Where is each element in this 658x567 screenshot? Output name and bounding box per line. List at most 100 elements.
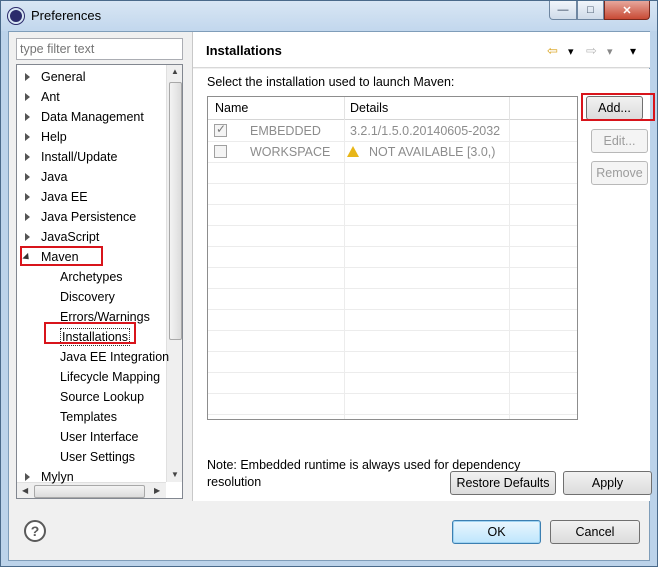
minimize-button[interactable]: —	[549, 1, 577, 20]
table-row[interactable]: WORKSPACE NOT AVAILABLE [3.0,)	[208, 141, 577, 162]
tree-item-data-management[interactable]: Data Management	[17, 107, 166, 127]
close-button[interactable]: ✕	[604, 1, 650, 20]
tree-item-java-persistence[interactable]: Java Persistence	[17, 207, 166, 227]
collapsed-arrow-icon[interactable]	[25, 233, 30, 241]
tree-item-javascript[interactable]: JavaScript	[17, 227, 166, 247]
grid-line	[208, 288, 577, 289]
collapsed-arrow-icon[interactable]	[25, 73, 30, 81]
grid-line	[208, 309, 577, 310]
column-name-header[interactable]: Name	[215, 101, 248, 115]
collapsed-arrow-icon[interactable]	[25, 153, 30, 161]
column-details-header[interactable]: Details	[350, 101, 388, 115]
collapsed-arrow-icon[interactable]	[25, 213, 30, 221]
tree-item-label: Java Persistence	[41, 210, 137, 224]
tree-item-label: Mylyn	[41, 470, 74, 484]
add-highlight-box	[581, 93, 655, 121]
collapsed-arrow-icon[interactable]	[25, 133, 30, 141]
collapsed-arrow-icon[interactable]	[25, 113, 30, 121]
page-title: Installations	[206, 43, 282, 58]
tree-item-label: General	[41, 70, 86, 84]
forward-arrow-icon[interactable]: ⇨	[586, 43, 597, 59]
collapsed-arrow-icon[interactable]	[25, 173, 30, 181]
grid-line	[208, 330, 577, 331]
tree-item-label: User Settings	[60, 450, 136, 464]
row-details: NOT AVAILABLE [3.0,)	[369, 145, 496, 159]
tree-item-lifecycle-mapping[interactable]: Lifecycle Mapping	[17, 367, 166, 387]
tree-item-help[interactable]: Help	[17, 127, 166, 147]
page-description: Select the installation used to launch M…	[207, 75, 455, 89]
checkmark-icon: ✓	[216, 122, 227, 136]
grid-line	[208, 372, 577, 373]
tree-item-archetypes[interactable]: Archetypes	[17, 267, 166, 287]
title-bar[interactable]: Preferences — □ ✕	[1, 1, 657, 31]
forward-dropdown-icon[interactable]: ▾	[607, 45, 613, 58]
tree-item-user-interface[interactable]: User Interface	[17, 427, 166, 447]
tree-item-java-ee[interactable]: Java EE	[17, 187, 166, 207]
tree-vertical-scrollbar[interactable]: ▲ ▼	[166, 65, 182, 482]
column-divider[interactable]	[344, 97, 345, 120]
scroll-right-icon[interactable]: ▶	[154, 486, 160, 495]
collapsed-arrow-icon[interactable]	[25, 93, 30, 101]
filter-input[interactable]	[16, 38, 183, 60]
tree-item-label: Archetypes	[60, 270, 123, 284]
scroll-up-icon[interactable]: ▲	[171, 67, 179, 76]
grid-line	[208, 393, 577, 394]
ok-button[interactable]: OK	[452, 520, 541, 544]
tree-item-label: Install/Update	[41, 150, 118, 164]
tree-item-label: Java EE Integration	[60, 350, 170, 364]
row-name: WORKSPACE	[250, 145, 331, 159]
grid-column-line	[509, 120, 510, 419]
tree-item-label: Templates	[60, 410, 117, 424]
tree-item-ant[interactable]: Ant	[17, 87, 166, 107]
scroll-down-icon[interactable]: ▼	[171, 470, 179, 479]
preferences-tree: ▲ ▼ ◀ ▶ General Ant Data Management Help Ins…	[16, 64, 183, 499]
maximize-button[interactable]: □	[577, 1, 604, 20]
grid-line	[208, 183, 577, 184]
eclipse-icon	[8, 8, 24, 24]
tree-item-label: JavaScript	[41, 230, 100, 244]
tree-item-general[interactable]: General	[17, 67, 166, 87]
cancel-button[interactable]: Cancel	[550, 520, 640, 544]
edit-button[interactable]: Edit...	[591, 129, 648, 153]
apply-button[interactable]: Apply	[563, 471, 652, 495]
window-title: Preferences	[31, 8, 102, 23]
scroll-left-icon[interactable]: ◀	[22, 486, 28, 495]
grid-line	[208, 351, 577, 352]
installations-highlight-box	[44, 322, 136, 344]
table-header: Name Details	[208, 97, 577, 120]
grid-line	[208, 225, 577, 226]
grid-line	[208, 246, 577, 247]
restore-defaults-button[interactable]: Restore Defaults	[450, 471, 556, 495]
table-row[interactable]: ✓ EMBEDDED 3.2.1/1.5.0.20140605-2032	[208, 120, 577, 141]
tree-item-source-lookup[interactable]: Source Lookup	[17, 387, 166, 407]
tree-item-discovery[interactable]: Discovery	[17, 287, 166, 307]
back-dropdown-icon[interactable]: ▾	[568, 45, 574, 58]
remove-button[interactable]: Remove	[591, 161, 648, 185]
tree-item-label: User Interface	[60, 430, 139, 444]
row-name: EMBEDDED	[250, 124, 321, 138]
tree-item-install-update[interactable]: Install/Update	[17, 147, 166, 167]
installations-table[interactable]: Name Details ✓ EMBEDDED 3.2.1/1.5.0.2014…	[207, 96, 578, 420]
grid-line	[208, 204, 577, 205]
maven-highlight-box	[20, 246, 103, 266]
view-menu-icon[interactable]: ▾	[630, 44, 636, 58]
grid-column-line	[344, 120, 345, 419]
tree-item-java-ee-integration[interactable]: Java EE Integration	[17, 347, 170, 367]
embedded-checkbox[interactable]: ✓	[214, 122, 227, 137]
grid-line	[208, 267, 577, 268]
help-icon[interactable]: ?	[24, 520, 46, 542]
tree-item-mylyn[interactable]: Mylyn	[17, 467, 166, 487]
tree-item-java[interactable]: Java	[17, 167, 166, 187]
back-arrow-icon[interactable]: ⇦	[547, 43, 558, 59]
column-divider[interactable]	[509, 97, 510, 120]
workspace-checkbox[interactable]	[214, 145, 227, 158]
collapsed-arrow-icon[interactable]	[25, 473, 30, 481]
row-details: 3.2.1/1.5.0.20140605-2032	[350, 124, 501, 138]
vertical-scroll-thumb[interactable]	[169, 82, 182, 340]
tree-item-user-settings[interactable]: User Settings	[17, 447, 166, 467]
tree-item-templates[interactable]: Templates	[17, 407, 166, 427]
tree-item-label: Lifecycle Mapping	[60, 370, 161, 384]
tree-item-label: Help	[41, 130, 67, 144]
collapsed-arrow-icon[interactable]	[25, 193, 30, 201]
tree-item-label: Java	[41, 170, 68, 184]
